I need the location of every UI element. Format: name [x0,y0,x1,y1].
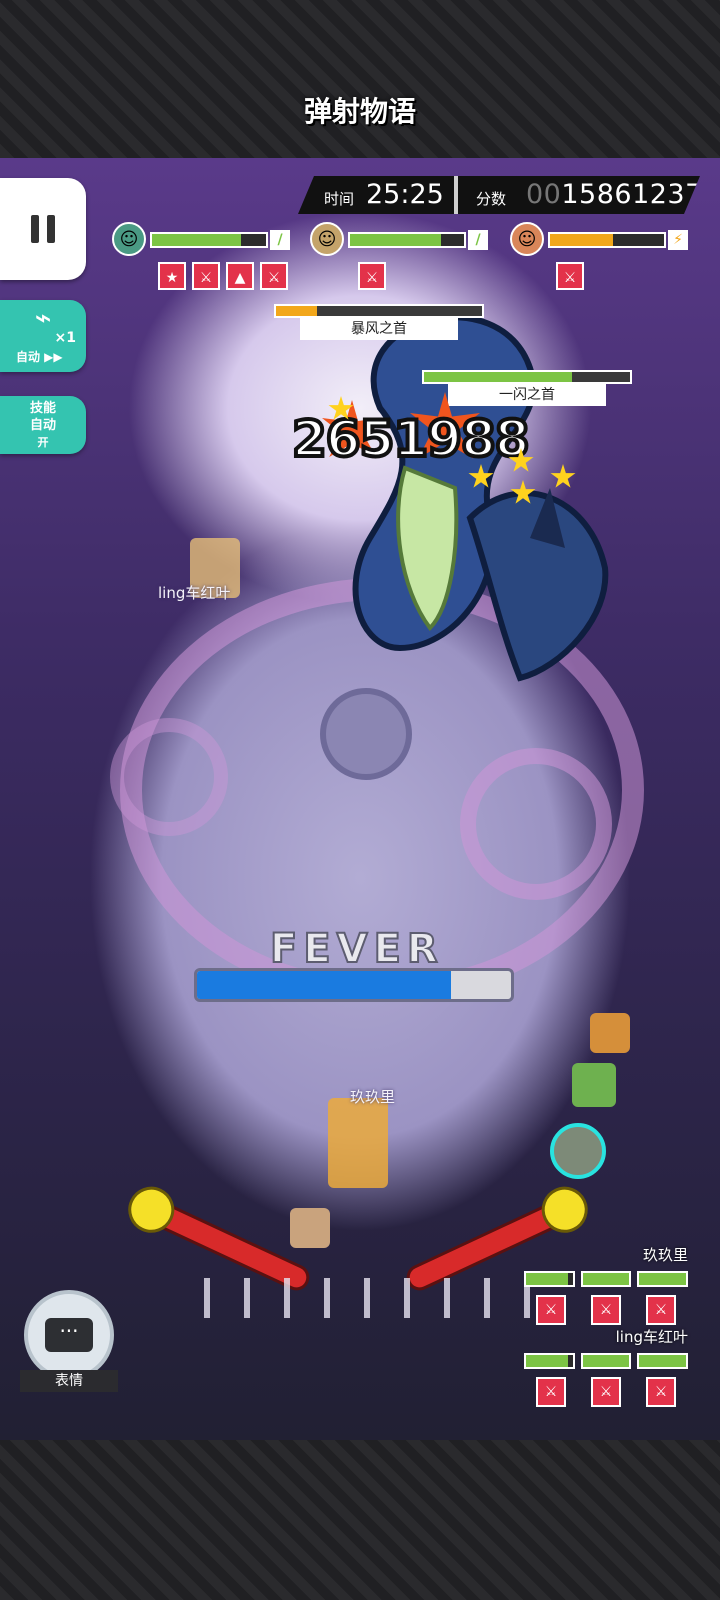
player-hp-bars [524,1353,689,1369]
party-member-2-skills: ⚔ [358,262,386,290]
hp-bar [548,232,666,248]
emote-button[interactable]: ··· 表情 [20,1290,118,1392]
player-skill-icons: ⚔ ⚔ ⚔ [524,1295,688,1325]
player-skill-icons: ⚔ ⚔ ⚔ [524,1377,688,1407]
hp-bar [637,1353,689,1369]
boss-flash-head: 一闪之首 [422,370,632,406]
ally-sprite-2 [572,1063,616,1107]
auto-label: 自动 ▶▶ [16,350,63,364]
avatar: ☺ [510,222,544,256]
skill-star-icon: ★ [158,262,186,290]
hero-sprite-ball [290,1208,330,1248]
skill-sword-icon: ⚔ [646,1295,676,1325]
emote-label: 表情 [20,1370,118,1392]
damage-number: 2651988 [290,408,532,470]
ally-sprite-3 [550,1123,606,1179]
dragon-boss [352,314,609,682]
hp-fill [350,234,442,246]
score-value: 15861237 [561,179,703,210]
party-member-2: ☺ / [310,222,490,258]
boss-hp-fill [276,306,318,316]
skill-sword-icon: ⚔ [358,262,386,290]
skill-sword-icon: ⚔ [192,262,220,290]
hp-fill [526,1273,568,1285]
hp-fill [639,1273,687,1285]
auto-shoot-button[interactable]: ⌁ ×1 自动 ▶▶ [0,300,86,372]
attribute-icon: / [468,230,488,250]
emote-circle: ··· [24,1290,114,1380]
skill-sword-icon: ⚔ [536,1295,566,1325]
ally-name-ling: ling车红叶 [158,584,231,602]
pause-button[interactable] [0,178,86,280]
player-panel-ling: ling车红叶 ⚔ ⚔ ⚔ [524,1326,689,1407]
skill-auto-state: 开 [37,436,49,449]
ally-name-jiu: 玖玖里 [350,1088,396,1106]
score-value-wrap: 0015861237 [526,179,703,210]
score-label: 分数 [476,190,507,208]
party-member-1-skills: ★ ⚔ ▲ ⚔ [158,262,288,290]
auto-multiplier: ×1 [54,330,76,346]
hp-bar [348,232,466,248]
lightning-icon: ⚡ [668,230,688,250]
stage-ring-left [110,718,228,836]
skill-sword-icon: ⚔ [591,1377,621,1407]
ally-sprite-1 [590,1013,630,1053]
pause-icon [31,215,55,243]
hp-fill [582,1273,630,1285]
hp-fill [550,234,613,246]
party-member-1: ☺ / [112,222,292,258]
hp-fill [582,1355,630,1367]
hero-sprite-jiu [328,1098,388,1188]
hp-fill [152,234,241,246]
avatar: ☺ [310,222,344,256]
player-hp-bars [524,1271,689,1287]
skill-sword-icon: ⚔ [536,1377,566,1407]
skill-sword-icon: ⚔ [646,1377,676,1407]
bottom-frame [0,1440,720,1600]
party-member-3: ☺ ⚡ [510,222,690,258]
skill-auto-button[interactable]: 技能 自动 开 [0,396,86,454]
game-logo: 弹射物语 [303,95,416,128]
skill-up-icon: ▲ [226,262,254,290]
skill-sword-icon: ⚔ [260,262,288,290]
boss-name: 暴风之首 [300,318,458,340]
skill-sword-icon: ⚔ [591,1295,621,1325]
player-panel-jiu: 玖玖里 ⚔ ⚔ ⚔ [524,1244,689,1325]
skill-auto-line1: 技能 [29,401,56,416]
boss-name: 一闪之首 [448,384,606,406]
boss-hp-bar [274,304,484,318]
fever-label: FEVER [269,925,444,973]
hp-bar [524,1353,575,1369]
hp-bar [580,1271,632,1287]
hp-fill [639,1355,687,1367]
attribute-icon: / [270,230,290,250]
spike-row [180,1278,540,1318]
skill-auto-line2: 自动 [29,418,56,433]
fever-fill [197,971,452,999]
hp-bar [637,1271,689,1287]
hp-fill [526,1355,568,1367]
time-score-panel: 时间 25:25 分数 0015861237 [298,176,700,214]
boss-storm-head: 暴风之首 [274,304,484,340]
time-value: 25:25 [366,179,444,210]
player-name: 玖玖里 [642,1246,688,1264]
divider [454,176,458,214]
chat-bubble-icon: ··· [45,1318,93,1352]
hp-bar [524,1271,575,1287]
hp-bar [580,1353,632,1369]
fever-gauge [194,968,514,1002]
score-prefix: 00 [526,179,562,210]
stage-ring-right [460,748,612,900]
time-label: 时间 [324,190,355,208]
avatar: ☺ [112,222,146,256]
player-name: ling车红叶 [615,1328,688,1346]
hp-bar [150,232,268,248]
boss-hp-fill [424,372,573,382]
skill-sword-icon: ⚔ [556,262,584,290]
boss-hp-bar [422,370,632,384]
party-member-3-skills: ⚔ [556,262,584,290]
